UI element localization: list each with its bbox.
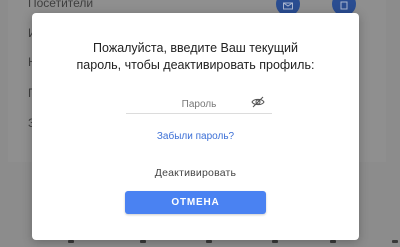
cancel-button[interactable]: ОТМЕНА [125, 191, 266, 214]
dialog-title-line-2: пароль, чтобы деактивировать профиль: [76, 58, 315, 72]
dialog-title: Пожалуйста, введите Ваш текущий пароль, … [32, 40, 359, 74]
deactivate-button[interactable]: Деактивировать [32, 167, 359, 179]
footer-mark [272, 240, 278, 243]
footer-mark [140, 240, 146, 243]
footer-mark [330, 240, 336, 243]
mail-icon [283, 2, 293, 10]
deactivate-profile-dialog: Пожалуйста, введите Ваш текущий пароль, … [32, 13, 359, 240]
delete-icon [340, 1, 348, 10]
footer-mark [68, 240, 74, 243]
background-section-label: Посетители [28, 0, 94, 10]
forgot-password-link[interactable]: Забыли пароль? [32, 131, 359, 142]
dialog-title-line-1: Пожалуйста, введите Ваш текущий [93, 41, 298, 55]
footer-mark [206, 240, 212, 243]
eye-off-icon[interactable] [251, 96, 265, 108]
footer-mark [392, 240, 398, 243]
